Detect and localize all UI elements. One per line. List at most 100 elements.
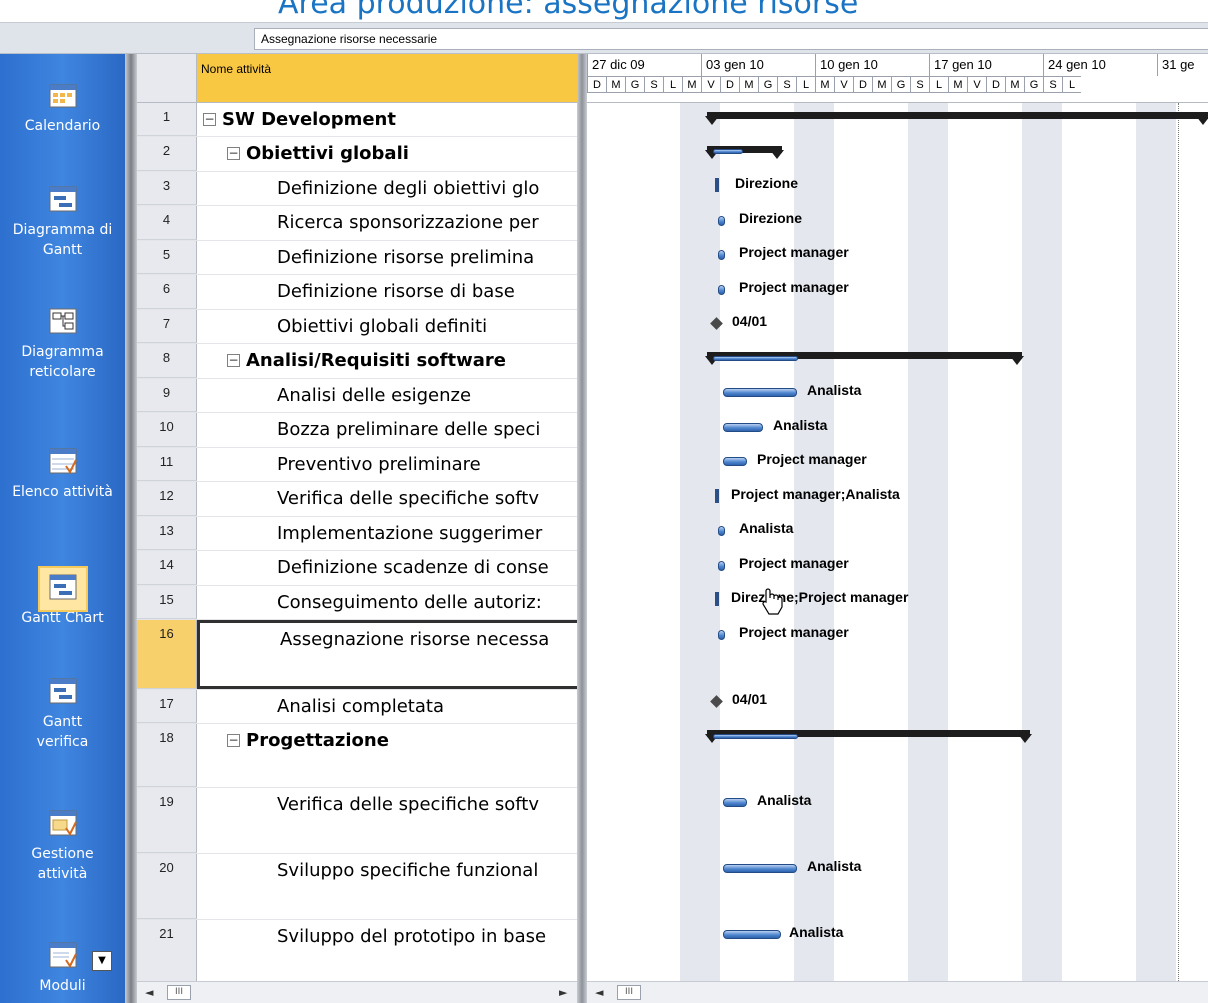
row-id-cell[interactable]: 20 — [137, 854, 197, 919]
task-name-cell[interactable]: Definizione risorse di base — [197, 275, 577, 309]
row-id-cell[interactable]: 8 — [137, 344, 197, 378]
summary-end-cap[interactable] — [1018, 734, 1032, 743]
summary-end-cap[interactable] — [1010, 356, 1024, 365]
task-bar[interactable] — [723, 930, 781, 939]
task-name-cell[interactable]: Definizione degli obiettivi glo — [197, 172, 577, 205]
table-row[interactable]: 13 Implementazione suggerimer — [137, 517, 577, 551]
gantt-scroll-left-arrow[interactable]: ◄ — [595, 986, 603, 999]
table-row[interactable]: 21 Sviluppo del prototipo in base — [137, 920, 577, 983]
task-name-cell[interactable]: Implementazione suggerimer — [197, 517, 577, 550]
task-name-cell[interactable]: Preventivo preliminare — [197, 448, 577, 481]
table-row[interactable]: 14 Definizione scadenze di conse — [137, 551, 577, 586]
table-row[interactable]: 17 Analisi completata — [137, 690, 577, 724]
table-row[interactable]: 16 Assegnazione risorse necessa — [137, 620, 577, 690]
task-name-cell[interactable]: − Progettazione — [197, 724, 577, 787]
task-name-cell[interactable]: − Analisi/Requisiti software — [197, 344, 577, 378]
task-bar[interactable] — [718, 216, 725, 226]
table-row[interactable]: 11 Preventivo preliminare — [137, 448, 577, 482]
task-bar[interactable] — [723, 457, 747, 466]
row-id-cell[interactable]: 7 — [137, 310, 197, 343]
task-name-column-header[interactable]: Nome attività — [197, 54, 577, 103]
viewbar-splitter[interactable] — [125, 54, 137, 1003]
row-id-cell[interactable]: 3 — [137, 172, 197, 205]
row-id-cell[interactable]: 17 — [137, 690, 197, 723]
scroll-right-arrow[interactable]: ► — [559, 986, 567, 999]
table-horizontal-scrollbar[interactable]: ◄ III ► — [137, 981, 577, 1003]
table-row[interactable]: 2− Obiettivi globali — [137, 137, 577, 172]
row-id-cell[interactable]: 4 — [137, 206, 197, 240]
task-name-cell[interactable]: Analisi delle esigenze — [197, 379, 577, 412]
table-row[interactable]: 12 Verifica delle specifiche softv — [137, 482, 577, 517]
table-row[interactable]: 9 Analisi delle esigenze — [137, 379, 577, 413]
row-id-cell[interactable]: 2 — [137, 137, 197, 171]
row-id-cell[interactable]: 10 — [137, 413, 197, 447]
collapse-icon[interactable]: − — [203, 113, 216, 126]
view-calendario[interactable]: Calendario — [0, 82, 125, 136]
collapse-icon[interactable]: − — [227, 147, 240, 160]
task-name-cell[interactable]: Conseguimento delle autoriz: — [197, 586, 577, 619]
view-elenco-attivita[interactable]: Elenco attività — [0, 448, 125, 502]
id-column-header[interactable] — [137, 54, 197, 103]
row-id-cell[interactable]: 6 — [137, 275, 197, 309]
table-row[interactable]: 8− Analisi/Requisiti software — [137, 344, 577, 379]
task-name-cell[interactable]: Ricerca sponsorizzazione per — [197, 206, 577, 240]
task-bar[interactable] — [718, 526, 725, 536]
row-id-cell[interactable]: 21 — [137, 920, 197, 982]
collapse-icon[interactable]: − — [227, 354, 240, 367]
view-diagramma-gantt[interactable]: Diagramma di Gantt — [0, 186, 125, 260]
row-id-cell[interactable]: 9 — [137, 379, 197, 412]
task-bar[interactable] — [723, 388, 797, 397]
table-row[interactable]: 6 Definizione risorse di base — [137, 275, 577, 310]
row-id-cell[interactable]: 13 — [137, 517, 197, 550]
row-id-cell[interactable]: 12 — [137, 482, 197, 516]
row-id-cell[interactable]: 11 — [137, 448, 197, 481]
task-bar-thin[interactable] — [715, 489, 719, 503]
row-id-cell[interactable]: 16 — [137, 620, 197, 689]
summary-start-cap[interactable] — [705, 116, 719, 125]
table-row[interactable]: 18− Progettazione — [137, 724, 577, 788]
task-bar[interactable] — [713, 356, 798, 361]
task-name-cell[interactable]: − Obiettivi globali — [197, 137, 577, 171]
table-row[interactable]: 7 Obiettivi globali definiti — [137, 310, 577, 344]
table-row[interactable]: 20 Sviluppo specifiche funzional — [137, 854, 577, 920]
task-bar-thin[interactable] — [715, 592, 719, 606]
row-id-cell[interactable]: 15 — [137, 586, 197, 619]
task-name-cell[interactable]: Sviluppo del prototipo in base — [197, 920, 577, 982]
summary-end-cap[interactable] — [770, 150, 784, 159]
task-name-cell[interactable]: Assegnazione risorse necessa — [197, 620, 577, 689]
viewbar-scroll-down-button[interactable]: ▼ — [92, 951, 112, 971]
task-bar[interactable] — [723, 423, 763, 432]
task-name-cell[interactable]: − SW Development — [197, 103, 577, 136]
task-bar[interactable] — [713, 734, 798, 739]
task-bar[interactable] — [723, 798, 747, 807]
view-gantt-chart[interactable]: Gantt Chart — [0, 566, 125, 628]
gantt-scroll-thumb[interactable]: III — [617, 985, 641, 1000]
task-bar[interactable] — [718, 285, 725, 295]
scroll-left-arrow[interactable]: ◄ — [145, 986, 153, 999]
summary-bar-sw-development[interactable] — [707, 112, 1208, 119]
table-gantt-splitter[interactable] — [577, 54, 587, 1003]
gantt-horizontal-scrollbar[interactable]: ◄ III — [587, 981, 1208, 1003]
table-row[interactable]: 19 Verifica delle specifiche softv — [137, 788, 577, 854]
task-name-cell[interactable]: Verifica delle specifiche softv — [197, 482, 577, 516]
task-name-cell[interactable]: Obiettivi globali definiti — [197, 310, 577, 343]
collapse-icon[interactable]: − — [227, 734, 240, 747]
table-row[interactable]: 4 Ricerca sponsorizzazione per — [137, 206, 577, 241]
task-name-cell[interactable]: Definizione risorse prelimina — [197, 241, 577, 274]
table-row[interactable]: 5 Definizione risorse prelimina — [137, 241, 577, 275]
table-row[interactable]: 1− SW Development — [137, 103, 577, 137]
summary-end-cap[interactable] — [1196, 116, 1208, 125]
task-bar-thin[interactable] — [715, 178, 719, 192]
table-row[interactable]: 15 Conseguimento delle autoriz: — [137, 586, 577, 620]
task-bar[interactable] — [713, 149, 743, 154]
row-id-cell[interactable]: 14 — [137, 551, 197, 585]
row-id-cell[interactable]: 19 — [137, 788, 197, 853]
table-row[interactable]: 3 Definizione degli obiettivi glo — [137, 172, 577, 206]
view-gestione-attivita[interactable]: Gestione attività — [0, 810, 125, 884]
task-name-cell[interactable]: Analisi completata — [197, 690, 577, 723]
task-name-cell[interactable]: Bozza preliminare delle speci — [197, 413, 577, 447]
task-bar[interactable] — [723, 864, 797, 873]
task-name-cell[interactable]: Verifica delle specifiche softv — [197, 788, 577, 853]
view-gantt-verifica[interactable]: Gantt verifica — [0, 678, 125, 752]
row-id-cell[interactable]: 18 — [137, 724, 197, 787]
